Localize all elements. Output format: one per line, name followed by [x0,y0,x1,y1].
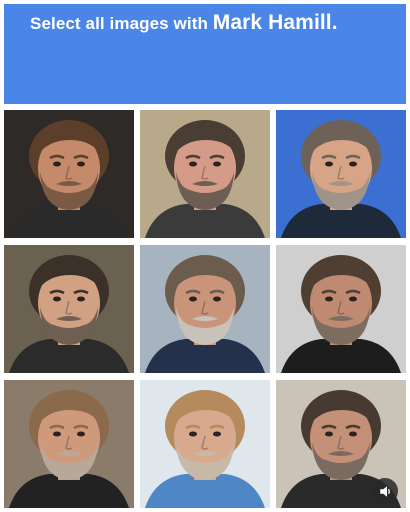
image-tile-2-1[interactable] [4,245,134,373]
audio-challenge-button[interactable] [372,478,398,504]
face-photo [140,245,270,373]
image-tile-1-3[interactable] [276,110,406,238]
captcha-widget: Select all images with Mark Hamill. [0,0,410,512]
speaker-icon [379,485,390,497]
face-photo [276,110,406,238]
face-photo [4,380,134,508]
captcha-header: Select all images with Mark Hamill. [4,4,406,104]
face-photo [140,380,270,508]
face-photo [4,110,134,238]
image-tile-2-3[interactable] [276,245,406,373]
prompt-subject: Mark Hamill. [212,11,338,34]
image-tile-1-1[interactable] [4,110,134,238]
face-photo [276,245,406,373]
image-grid [4,110,406,508]
face-photo [140,110,270,238]
image-tile-2-2[interactable] [140,245,270,373]
prompt-prefix: Select all images with [30,14,208,33]
image-tile-1-2[interactable] [140,110,270,238]
image-tile-3-1[interactable] [4,380,134,508]
face-photo [4,245,134,373]
image-tile-3-2[interactable] [140,380,270,508]
captcha-prompt: Select all images with Mark Hamill. [30,11,406,35]
